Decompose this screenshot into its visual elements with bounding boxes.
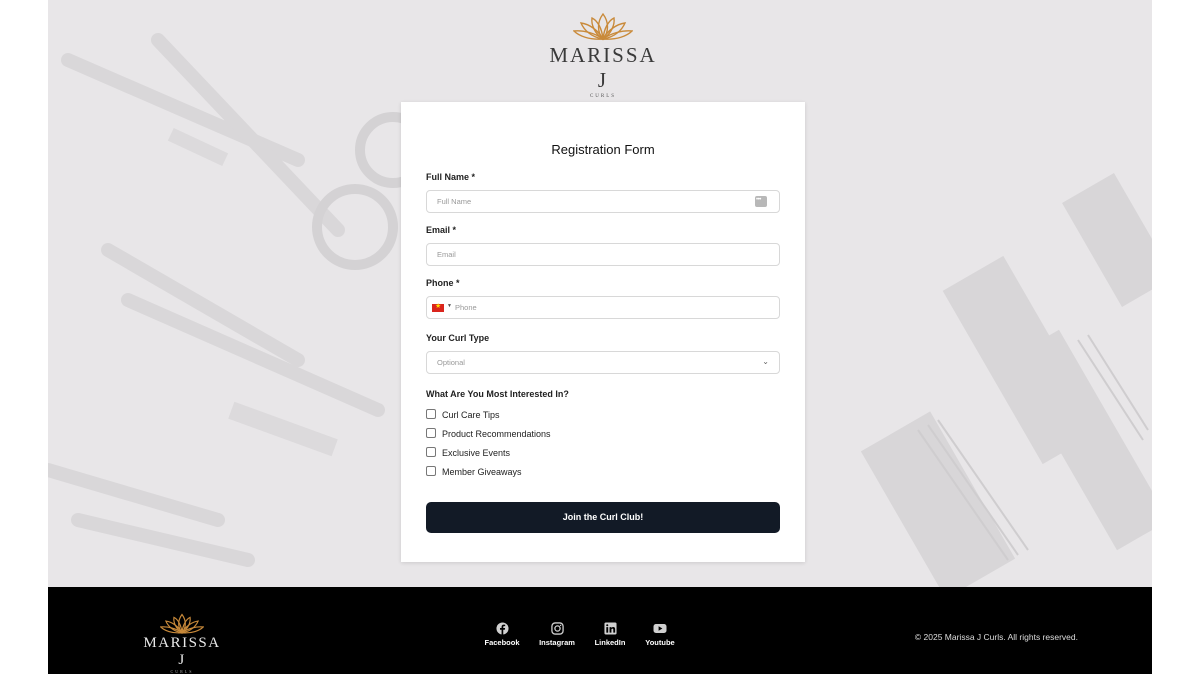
vietnam-flag-icon[interactable] [432,302,444,312]
chevron-down-icon: ⌄ [762,357,769,366]
interests-label: What Are You Most Interested In? [426,389,569,399]
social-link-youtube[interactable]: Youtube [636,622,684,647]
instagram-label: Instagram [539,638,575,647]
footer: MARISSA J CURLS Facebook Instagram Linke… [48,587,1152,674]
checkbox[interactable] [426,466,436,476]
page: MARISSA J CURLS Registration Form Full N… [48,0,1152,674]
email-label: Email * [426,225,457,235]
linkedin-icon [603,622,617,635]
email-placeholder: Email [437,250,456,259]
hero-background: MARISSA J CURLS Registration Form Full N… [48,0,1152,587]
lotus-icon [160,613,204,634]
checkbox[interactable] [426,409,436,419]
youtube-icon [653,624,667,633]
full-name-input[interactable]: Full Name [426,190,780,213]
social-link-linkedin[interactable]: LinkedIn [585,622,635,647]
phone-placeholder: Phone [455,303,477,312]
checkbox-label: Exclusive Events [442,448,511,458]
instagram-icon [550,622,564,635]
brand-tagline: CURLS [589,94,617,99]
social-link-facebook[interactable]: Facebook [476,622,528,647]
social-link-instagram[interactable]: Instagram [531,622,583,647]
checkbox-label: Product Recommendations [442,429,551,439]
checkbox-label: Curl Care Tips [442,410,500,420]
linkedin-label: LinkedIn [594,638,626,647]
lotus-icon [573,12,633,41]
facebook-icon [495,622,509,635]
curl-type-placeholder: Optional [437,358,465,367]
footer-brand-name: MARISSA J [143,635,221,668]
curl-type-label: Your Curl Type [426,333,490,343]
facebook-label: Facebook [484,638,520,647]
autofill-icon[interactable] [755,196,767,207]
registration-card: Registration Form Full Name * Full Name … [401,102,805,562]
checkbox[interactable] [426,428,436,438]
email-input[interactable]: Email [426,243,780,266]
phone-input[interactable]: ▼ Phone [426,296,780,319]
brand-logo[interactable]: MARISSA J CURLS [545,12,661,99]
copyright-text: © 2025 Marissa J Curls. All rights reser… [914,632,1078,642]
full-name-placeholder: Full Name [437,197,472,206]
checkbox[interactable] [426,447,436,457]
brand-name: MARISSA J [549,43,657,92]
footer-brand-logo[interactable]: MARISSA J CURLS [140,613,224,674]
checkbox-label: Member Giveaways [442,467,522,477]
phone-label: Phone * [426,278,460,288]
full-name-label: Full Name * [426,172,476,182]
footer-brand-tagline: CURLS [170,669,194,674]
curl-type-select[interactable]: Optional ⌄ [426,351,780,374]
form-title: Registration Form [551,142,655,157]
youtube-label: Youtube [645,638,675,647]
country-caret-icon[interactable]: ▼ [447,303,452,309]
join-curl-club-button[interactable]: Join the Curl Club! [426,502,780,533]
